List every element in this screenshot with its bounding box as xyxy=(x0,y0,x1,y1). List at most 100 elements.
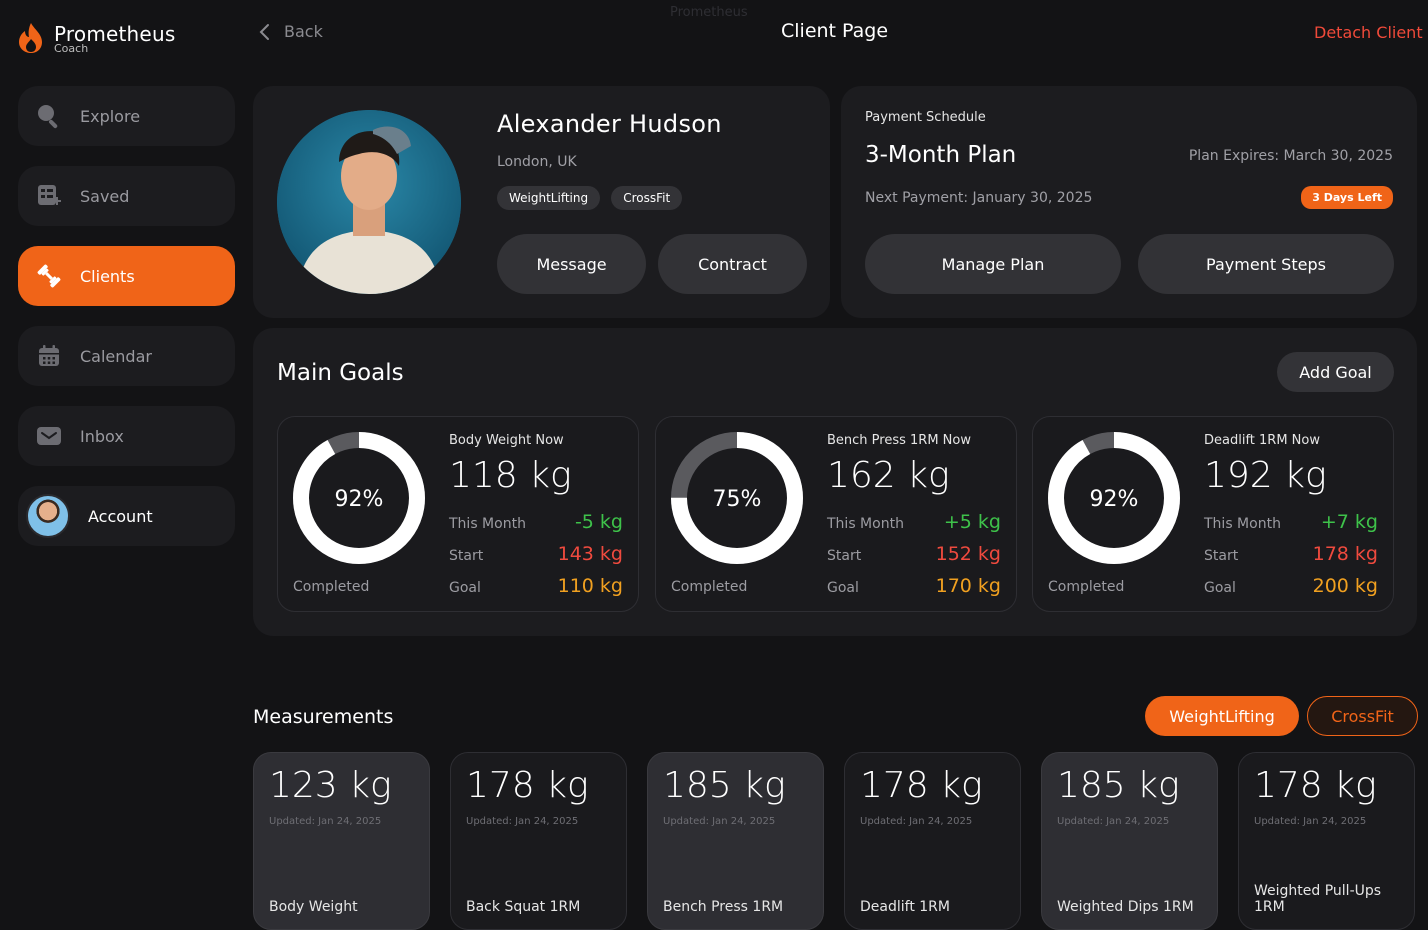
detach-client-button[interactable]: Detach Client xyxy=(1314,23,1423,42)
mail-icon xyxy=(36,423,62,449)
message-button[interactable]: Message xyxy=(497,234,646,294)
back-label: Back xyxy=(284,22,323,41)
goal-label: Body Weight Now xyxy=(449,433,564,448)
goal-target-label: Goal xyxy=(1204,580,1236,596)
completed-label: Completed xyxy=(1048,579,1125,595)
search-icon xyxy=(36,103,62,129)
measurement-value: 185 kg xyxy=(1057,765,1180,806)
completed-label: Completed xyxy=(293,579,370,595)
goal-label: Bench Press 1RM Now xyxy=(827,433,971,448)
sidebar-item-label: Explore xyxy=(80,106,141,126)
avatar xyxy=(26,494,70,538)
measurement-card[interactable]: 185 kg Updated: Jan 24, 2025 Bench Press… xyxy=(647,752,824,930)
goal-target-value: 110 kg xyxy=(557,575,623,597)
measurement-card[interactable]: 178 kg Updated: Jan 24, 2025 Deadlift 1R… xyxy=(844,752,1021,930)
progress-ring: 92% xyxy=(1048,432,1180,564)
goal-card-deadlift[interactable]: 92% Completed Deadlift 1RM Now 192 kg Th… xyxy=(1032,416,1394,612)
plan-name: 3-Month Plan xyxy=(865,142,1017,168)
goal-card-bench-press[interactable]: 75% Completed Bench Press 1RM Now 162 kg… xyxy=(655,416,1017,612)
measurement-value: 178 kg xyxy=(1254,765,1377,806)
this-month-label: This Month xyxy=(449,516,526,532)
payment-schedule-card: Payment Schedule 3-Month Plan Plan Expir… xyxy=(841,86,1417,318)
add-goal-button[interactable]: Add Goal xyxy=(1277,352,1394,392)
sidebar-item-saved[interactable]: Saved xyxy=(18,166,235,226)
measurement-value: 185 kg xyxy=(663,765,786,806)
measurement-updated: Updated: Jan 24, 2025 xyxy=(269,816,382,827)
measurement-value: 123 kg xyxy=(269,765,392,806)
this-month-label: This Month xyxy=(827,516,904,532)
goal-now-value: 192 kg xyxy=(1204,455,1327,496)
start-value: 178 kg xyxy=(1312,543,1378,565)
sidebar-item-calendar[interactable]: Calendar xyxy=(18,326,235,386)
tag-weightlifting: WeightLifting xyxy=(497,186,601,210)
next-payment: Next Payment: January 30, 2025 xyxy=(865,190,1093,206)
measurement-name: Weighted Pull-Ups 1RM xyxy=(1254,883,1382,915)
measurement-name: Body Weight xyxy=(269,899,358,915)
saved-list-icon xyxy=(36,183,62,209)
goal-target-label: Goal xyxy=(827,580,859,596)
measurement-card[interactable]: 185 kg Updated: Jan 24, 2025 Weighted Di… xyxy=(1041,752,1218,930)
filter-crossfit[interactable]: CrossFit xyxy=(1307,696,1418,736)
goal-now-value: 118 kg xyxy=(449,455,572,496)
measurement-card[interactable]: 178 kg Updated: Jan 24, 2025 Weighted Pu… xyxy=(1238,752,1415,930)
progress-ring: 75% xyxy=(671,432,803,564)
measurement-name: Back Squat 1RM xyxy=(466,899,581,915)
payment-steps-button[interactable]: Payment Steps xyxy=(1138,234,1394,294)
back-button[interactable]: Back xyxy=(258,22,323,41)
progress-percent: 92% xyxy=(1090,487,1139,512)
manage-plan-button[interactable]: Manage Plan xyxy=(865,234,1121,294)
start-value: 143 kg xyxy=(557,543,623,565)
client-location: London, UK xyxy=(497,154,577,170)
measurements-title: Measurements xyxy=(253,706,394,728)
this-month-label: This Month xyxy=(1204,516,1281,532)
goal-target-value: 170 kg xyxy=(935,575,1001,597)
measurement-updated: Updated: Jan 24, 2025 xyxy=(663,816,776,827)
measurement-card[interactable]: 178 kg Updated: Jan 24, 2025 Back Squat … xyxy=(450,752,627,930)
measurement-value: 178 kg xyxy=(466,765,589,806)
page-title: Client Page xyxy=(781,20,889,42)
measurement-name: Deadlift 1RM xyxy=(860,899,950,915)
contract-button[interactable]: Contract xyxy=(658,234,807,294)
progress-percent: 75% xyxy=(713,487,762,512)
sidebar-item-label: Inbox xyxy=(80,426,124,446)
filter-weightlifting[interactable]: WeightLifting xyxy=(1145,696,1299,736)
sidebar-item-clients[interactable]: Clients xyxy=(18,246,235,306)
this-month-value: -5 kg xyxy=(574,511,623,533)
client-name: Alexander Hudson xyxy=(497,110,722,138)
start-label: Start xyxy=(827,548,862,564)
sidebar-item-label: Account xyxy=(88,506,153,526)
calendar-icon xyxy=(36,343,62,369)
start-value: 152 kg xyxy=(935,543,1001,565)
sidebar-item-label: Clients xyxy=(80,266,135,286)
dumbbell-icon xyxy=(36,263,62,289)
start-label: Start xyxy=(1204,548,1239,564)
client-photo xyxy=(277,110,461,294)
goals-title: Main Goals xyxy=(277,360,404,386)
sidebar-item-account[interactable]: Account xyxy=(18,486,235,546)
goal-label: Deadlift 1RM Now xyxy=(1204,433,1320,448)
measurement-updated: Updated: Jan 24, 2025 xyxy=(1057,816,1170,827)
brand-logo[interactable]: Prometheus Coach xyxy=(16,22,175,54)
tag-crossfit: CrossFit xyxy=(611,186,683,210)
progress-ring: 92% xyxy=(293,432,425,564)
goal-card-body-weight[interactable]: 92% Completed Body Weight Now 118 kg Thi… xyxy=(277,416,639,612)
sidebar-item-inbox[interactable]: Inbox xyxy=(18,406,235,466)
top-ghost-label: Prometheus xyxy=(670,5,748,20)
measurement-updated: Updated: Jan 24, 2025 xyxy=(466,816,579,827)
goal-target-value: 200 kg xyxy=(1312,575,1378,597)
client-tags: WeightLifting CrossFit xyxy=(497,186,688,210)
client-profile-card: Alexander Hudson London, UK WeightLiftin… xyxy=(253,86,830,318)
days-left-badge: 3 Days Left xyxy=(1301,186,1393,209)
measurement-updated: Updated: Jan 24, 2025 xyxy=(1254,816,1367,827)
sidebar-item-explore[interactable]: Explore xyxy=(18,86,235,146)
sidebar-item-label: Calendar xyxy=(80,346,152,366)
measurement-updated: Updated: Jan 24, 2025 xyxy=(860,816,973,827)
goal-now-value: 162 kg xyxy=(827,455,950,496)
sidebar-item-label: Saved xyxy=(80,186,130,206)
chevron-left-icon xyxy=(259,23,269,40)
measurement-name: Bench Press 1RM xyxy=(663,899,784,915)
completed-label: Completed xyxy=(671,579,748,595)
flame-icon xyxy=(19,23,42,53)
progress-percent: 92% xyxy=(335,487,384,512)
measurement-card[interactable]: 123 kg Updated: Jan 24, 2025 Body Weight xyxy=(253,752,430,930)
